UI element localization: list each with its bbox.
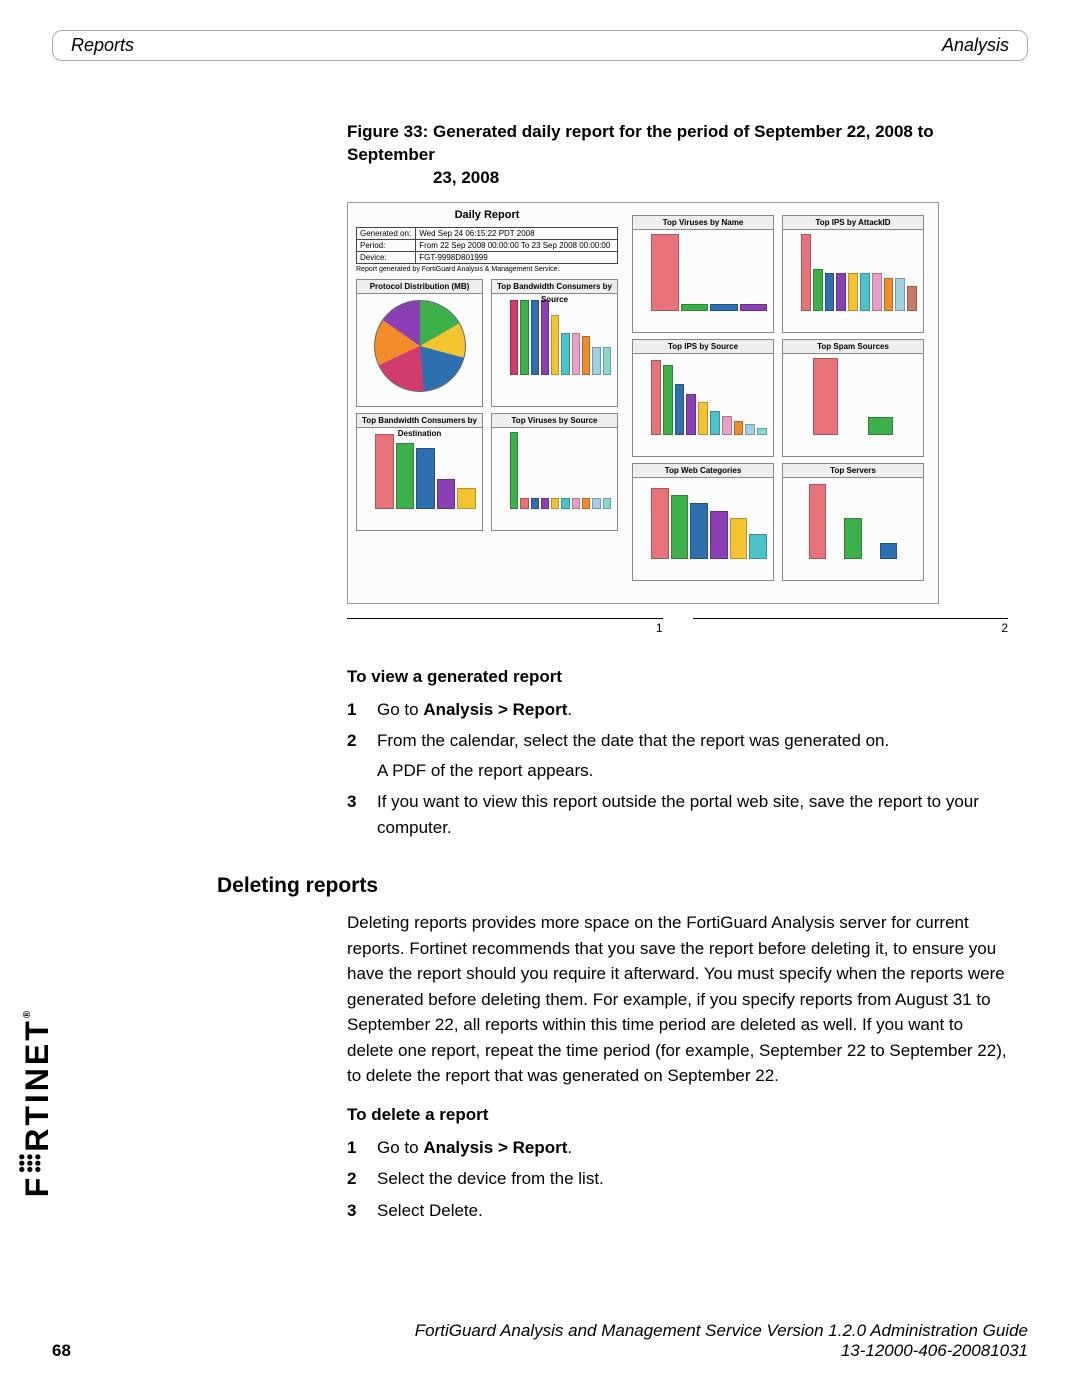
daily-report-title: Daily Report [356,209,618,221]
fortinet-logo: F•••••••••RTINET® [18,1008,56,1197]
delete-step-1: 1 Go to Analysis > Report. [347,1135,1008,1161]
nav-path: Analysis > Report [423,700,567,719]
deleting-reports-heading: Deleting reports [217,874,1008,898]
bar-chart [783,478,923,563]
chart-protocol-dist: Protocol Distribution (MB) [356,279,483,407]
report-page-2: Top Viruses by Name Top IPS by AttackID [632,209,924,581]
deleting-reports-para: Deleting reports provides more space on … [347,910,1008,1089]
chart-title: Top Viruses by Source [492,414,617,428]
chart-bw-src: Top Bandwidth Consumers by Source [491,279,618,407]
chart-virus-src: Top Viruses by Source [491,413,618,531]
pie-icon [374,300,466,392]
figure-label: Figure 33: [347,122,433,141]
meta-gen-value: Wed Sep 24 06:15:22 PDT 2008 [416,227,618,239]
chart-title: Top Viruses by Name [633,216,773,230]
chart-web: Top Web Categories [632,463,774,581]
report-page-1: Daily Report Generated on:Wed Sep 24 06:… [356,209,618,531]
delete-steps: 1 Go to Analysis > Report. 2 Select the … [347,1135,1008,1224]
meta-gen-label: Generated on: [357,227,416,239]
delete-step-2: 2 Select the device from the list. [347,1166,1008,1192]
chart-servers: Top Servers [782,463,924,581]
fig-page-2: 2 [693,618,1009,635]
chart-bw-dst: Top Bandwidth Consumers by Destination [356,413,483,531]
meta-period-value: From 22 Sep 2008 00:00:00 To 23 Sep 2008… [416,239,618,251]
bar-chart [357,428,482,513]
logo-part-2: RTINET [19,1018,55,1152]
view-steps: 1 Go to Analysis > Report. 2 From the ca… [347,697,1008,841]
footer-doc-number: 13-12000-406-20081031 [841,1341,1028,1361]
chart-title: Top Web Categories [633,464,773,478]
bar-chart [633,478,773,563]
chart-title: Top Spam Sources [783,340,923,354]
delete-step-3: 3 Select Delete. [347,1198,1008,1224]
fig-page-1: 1 [347,618,663,635]
logo-part-1: F [19,1174,55,1197]
figure-page-numbers: 1 2 [347,618,1008,635]
view-report-heading: To view a generated report [347,667,1008,687]
page-footer: FortiGuard Analysis and Management Servi… [52,1321,1028,1361]
chart-title: Top Bandwidth Consumers by Destination [357,414,482,428]
figure-caption: Figure 33: Generated daily report for th… [347,121,1008,190]
bar-chart [633,354,773,439]
report-figure: Daily Report Generated on:Wed Sep 24 06:… [347,202,939,604]
figure-caption-line1: Generated daily report for the period of… [347,122,934,164]
meta-device-value: FGT-9998D801999 [416,251,618,263]
figure-caption-line2: 23, 2008 [433,168,499,187]
chart-title: Protocol Distribution (MB) [357,280,482,294]
chart-title: Top Servers [783,464,923,478]
bar-chart [492,294,617,379]
footer-guide-title: FortiGuard Analysis and Management Servi… [52,1321,1028,1341]
chart-title: Top Bandwidth Consumers by Source [492,280,617,294]
chart-title: Top IPS by Source [633,340,773,354]
header-left: Reports [71,35,134,56]
nav-path: Analysis > Report [423,1138,567,1157]
chart-virus-name: Top Viruses by Name [632,215,774,333]
meta-footnote: Report generated by FortiGuard Analysis … [356,266,618,273]
chart-spam: Top Spam Sources [782,339,924,457]
step-text: From the calendar, select the date that … [377,731,889,750]
step-subtext: A PDF of the report appears. [377,758,1008,784]
view-step-3: 3 If you want to view this report outsid… [347,789,1008,840]
chart-title: Top IPS by AttackID [783,216,923,230]
page: Reports Analysis Figure 33: Generated da… [0,0,1080,1397]
bar-chart [633,230,773,315]
step-text: Go to [377,1138,423,1157]
header-bar: Reports Analysis [52,30,1028,61]
step-text: Select Delete. [377,1198,1008,1224]
view-step-2: 2 From the calendar, select the date tha… [347,728,1008,783]
delete-report-heading: To delete a report [347,1105,1008,1125]
report-meta-table: Generated on:Wed Sep 24 06:15:22 PDT 200… [356,227,618,264]
meta-period-label: Period: [357,239,416,251]
header-right: Analysis [942,35,1009,56]
bar-chart [492,428,617,513]
step-text: Go to [377,700,423,719]
step-text: Select the device from the list. [377,1166,1008,1192]
content: Figure 33: Generated daily report for th… [347,121,1008,1223]
chart-ips-src: Top IPS by Source [632,339,774,457]
footer-page-number: 68 [52,1341,71,1361]
logo-dots-icon: ••••••••• [18,1154,42,1173]
chart-ips-attack: Top IPS by AttackID [782,215,924,333]
meta-device-label: Device: [357,251,416,263]
step-text: If you want to view this report outside … [377,789,1008,840]
view-step-1: 1 Go to Analysis > Report. [347,697,1008,723]
bar-chart [783,354,923,439]
bar-chart [783,230,923,315]
